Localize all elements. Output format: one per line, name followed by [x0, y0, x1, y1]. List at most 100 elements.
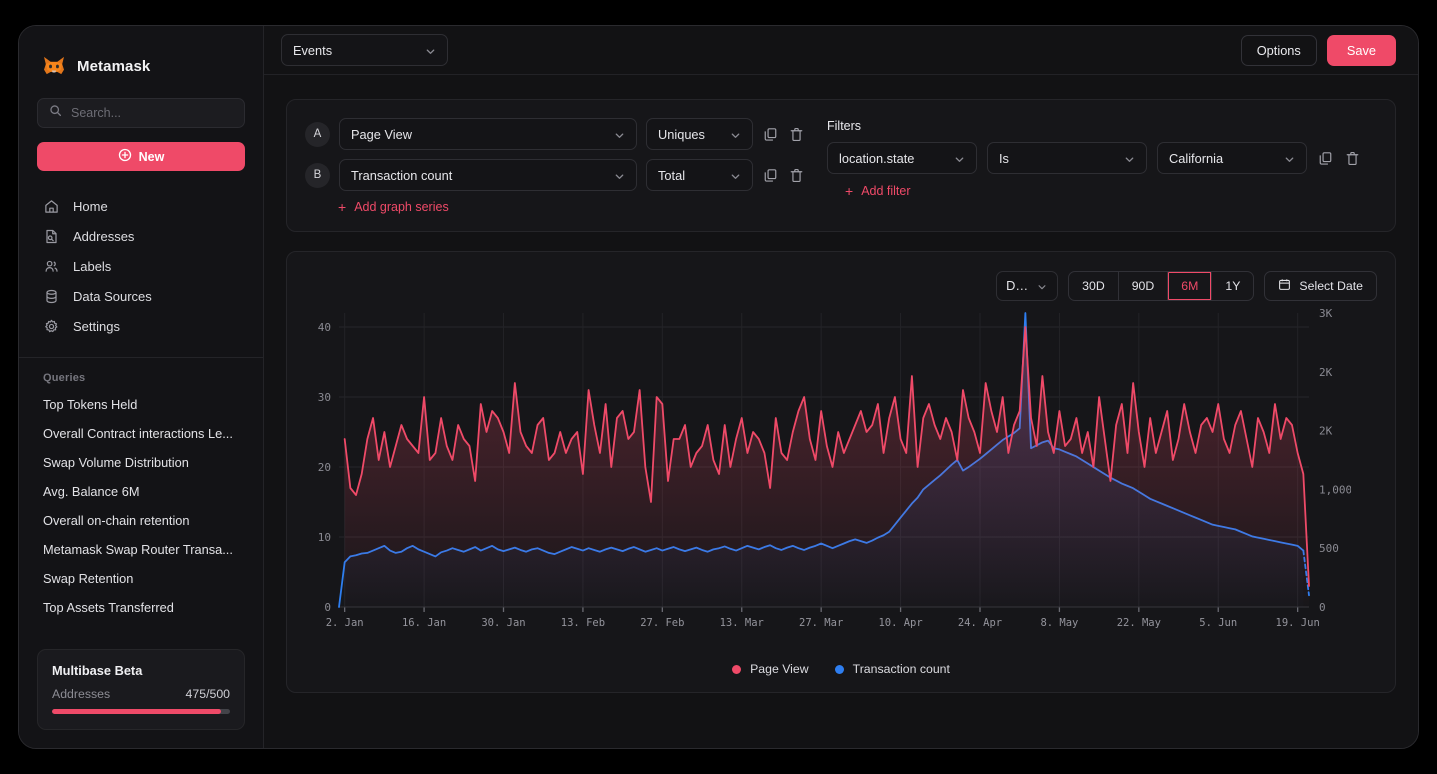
event-select-a[interactable]: Page View [339, 118, 637, 150]
filter-property-value: location.state [839, 150, 915, 166]
line-chart[interactable]: 0 10 20 30 40 0 500 1,000 2K 2K 3K 2. Jan 16. Jan 30.… [305, 305, 1352, 635]
range-button-30d[interactable]: 30D [1069, 271, 1119, 300]
svg-text:19. Jun: 19. Jun [1276, 617, 1320, 629]
svg-text:27. Mar: 27. Mar [799, 617, 843, 629]
add-graph-series-button[interactable]: + Add graph series [338, 200, 805, 214]
chart-panel: Daily 30D 90D 6M 1Y [286, 251, 1396, 693]
content: A Page View Uniques B Transaction count … [264, 75, 1418, 748]
legend-label: Transaction count [852, 662, 950, 676]
aggregation-select-b[interactable]: Total [646, 159, 753, 191]
svg-text:27. Feb: 27. Feb [640, 617, 684, 629]
svg-text:8. May: 8. May [1040, 617, 1078, 629]
legend-label: Page View [750, 662, 809, 676]
svg-text:40: 40 [318, 321, 331, 334]
query-item[interactable]: Top Tokens Held [19, 390, 263, 419]
svg-text:2K: 2K [1319, 366, 1333, 379]
main-area: Events Options Save A Page View Uniques … [264, 26, 1418, 748]
query-item[interactable]: Top Assets Transferred [19, 593, 263, 622]
svg-text:0: 0 [1319, 601, 1326, 614]
svg-text:5. Jun: 5. Jun [1199, 617, 1237, 629]
chevron-down-icon [614, 170, 625, 181]
granularity-value: Daily [1006, 278, 1029, 293]
chevron-down-icon [1037, 280, 1048, 291]
app-window: Metamask New [18, 25, 1419, 749]
sidebar-item-label: Addresses [73, 228, 135, 244]
aggregation-select-a-value: Uniques [658, 126, 705, 142]
home-icon [43, 198, 59, 214]
query-item[interactable]: Swap Volume Distribution [19, 448, 263, 477]
chevron-down-icon [614, 129, 625, 140]
sidebar-item-addresses[interactable]: Addresses [37, 221, 245, 251]
range-button-6m[interactable]: 6M [1168, 271, 1213, 300]
sidebar-nav: Home Addresses Labels Data Sources Setti… [19, 191, 263, 341]
brand: Metamask [19, 26, 263, 84]
trash-icon[interactable] [788, 167, 805, 184]
series-badge: B [305, 162, 330, 188]
queries-heading: Queries [43, 372, 86, 384]
new-button-label: New [138, 149, 165, 164]
granularity-select[interactable]: Daily [996, 270, 1059, 301]
svg-text:24. Apr: 24. Apr [958, 617, 1002, 629]
trash-icon[interactable] [788, 126, 805, 143]
document-search-icon [43, 228, 59, 244]
filters-label: Filters [827, 119, 862, 133]
events-select[interactable]: Events [281, 34, 448, 66]
chevron-down-icon [954, 153, 965, 164]
search-input[interactable] [71, 106, 233, 120]
copy-icon[interactable] [1317, 150, 1334, 167]
filter-property-select[interactable]: location.state [827, 142, 977, 174]
add-filter-button[interactable]: + Add filter [845, 184, 1361, 198]
query-item[interactable]: Overall Contract interactions Le... [19, 419, 263, 448]
filter-value-select[interactable]: California [1157, 142, 1307, 174]
svg-text:13. Feb: 13. Feb [561, 617, 605, 629]
beta-card-title: Multibase Beta [52, 663, 143, 678]
query-item[interactable]: Swap Retention [19, 564, 263, 593]
events-select-value: Events [293, 42, 333, 58]
save-button[interactable]: Save [1326, 34, 1396, 66]
svg-text:22. May: 22. May [1117, 617, 1161, 629]
event-select-a-value: Page View [351, 126, 412, 142]
query-item[interactable]: Overall on-chain retention [19, 506, 263, 535]
svg-text:500: 500 [1319, 542, 1339, 555]
copy-icon[interactable] [762, 126, 779, 143]
query-item[interactable]: Metamask Swap Router Transa... [19, 535, 263, 564]
search-icon [49, 104, 62, 122]
svg-text:3K: 3K [1319, 307, 1333, 320]
sidebar-item-data-sources[interactable]: Data Sources [37, 281, 245, 311]
chart-toolbar: Daily 30D 90D 6M 1Y [287, 252, 1395, 305]
series-column: A Page View Uniques B Transaction count … [305, 118, 805, 214]
chevron-down-icon [1124, 153, 1135, 164]
legend-item-transaction-count[interactable]: Transaction count [834, 662, 950, 676]
search-box[interactable] [37, 98, 245, 128]
plus-icon: + [845, 183, 854, 199]
range-button-90d[interactable]: 90D [1119, 271, 1169, 300]
beta-metric-value: 475/500 [185, 687, 230, 701]
sidebar-item-settings[interactable]: Settings [37, 311, 245, 341]
svg-text:30: 30 [318, 391, 331, 404]
add-filter-label: Add filter [861, 184, 911, 198]
query-item[interactable]: Avg. Balance 6M [19, 477, 263, 506]
plus-icon: + [338, 199, 347, 215]
legend-item-page-view[interactable]: Page View [732, 662, 809, 676]
sidebar-item-home[interactable]: Home [37, 191, 245, 221]
new-button[interactable]: New [37, 142, 245, 171]
add-graph-series-label: Add graph series [354, 200, 449, 214]
sidebar-item-label: Labels [73, 258, 112, 274]
legend-color-dot [834, 664, 844, 674]
sidebar-item-label: Data Sources [73, 288, 152, 304]
event-select-b[interactable]: Transaction count [339, 159, 637, 191]
sidebar-item-labels[interactable]: Labels [37, 251, 245, 281]
chart-area: 0 10 20 30 40 0 500 1,000 2K 2K 3K 2. Jan 16. Jan 30.… [287, 305, 1395, 650]
range-button-1y[interactable]: 1Y [1212, 272, 1253, 300]
filter-operator-select[interactable]: Is [987, 142, 1147, 174]
trash-icon[interactable] [1344, 150, 1361, 167]
svg-text:1,000: 1,000 [1319, 483, 1351, 496]
series-badge: A [305, 121, 330, 147]
svg-text:10. Apr: 10. Apr [878, 617, 922, 629]
svg-text:16. Jan: 16. Jan [402, 617, 446, 629]
aggregation-select-a[interactable]: Uniques [646, 118, 753, 150]
copy-icon[interactable] [762, 167, 779, 184]
options-button[interactable]: Options [1240, 34, 1317, 66]
select-date-button[interactable]: Select Date [1264, 270, 1377, 301]
filters-column: Filters location.state Is California + A… [827, 118, 1361, 214]
